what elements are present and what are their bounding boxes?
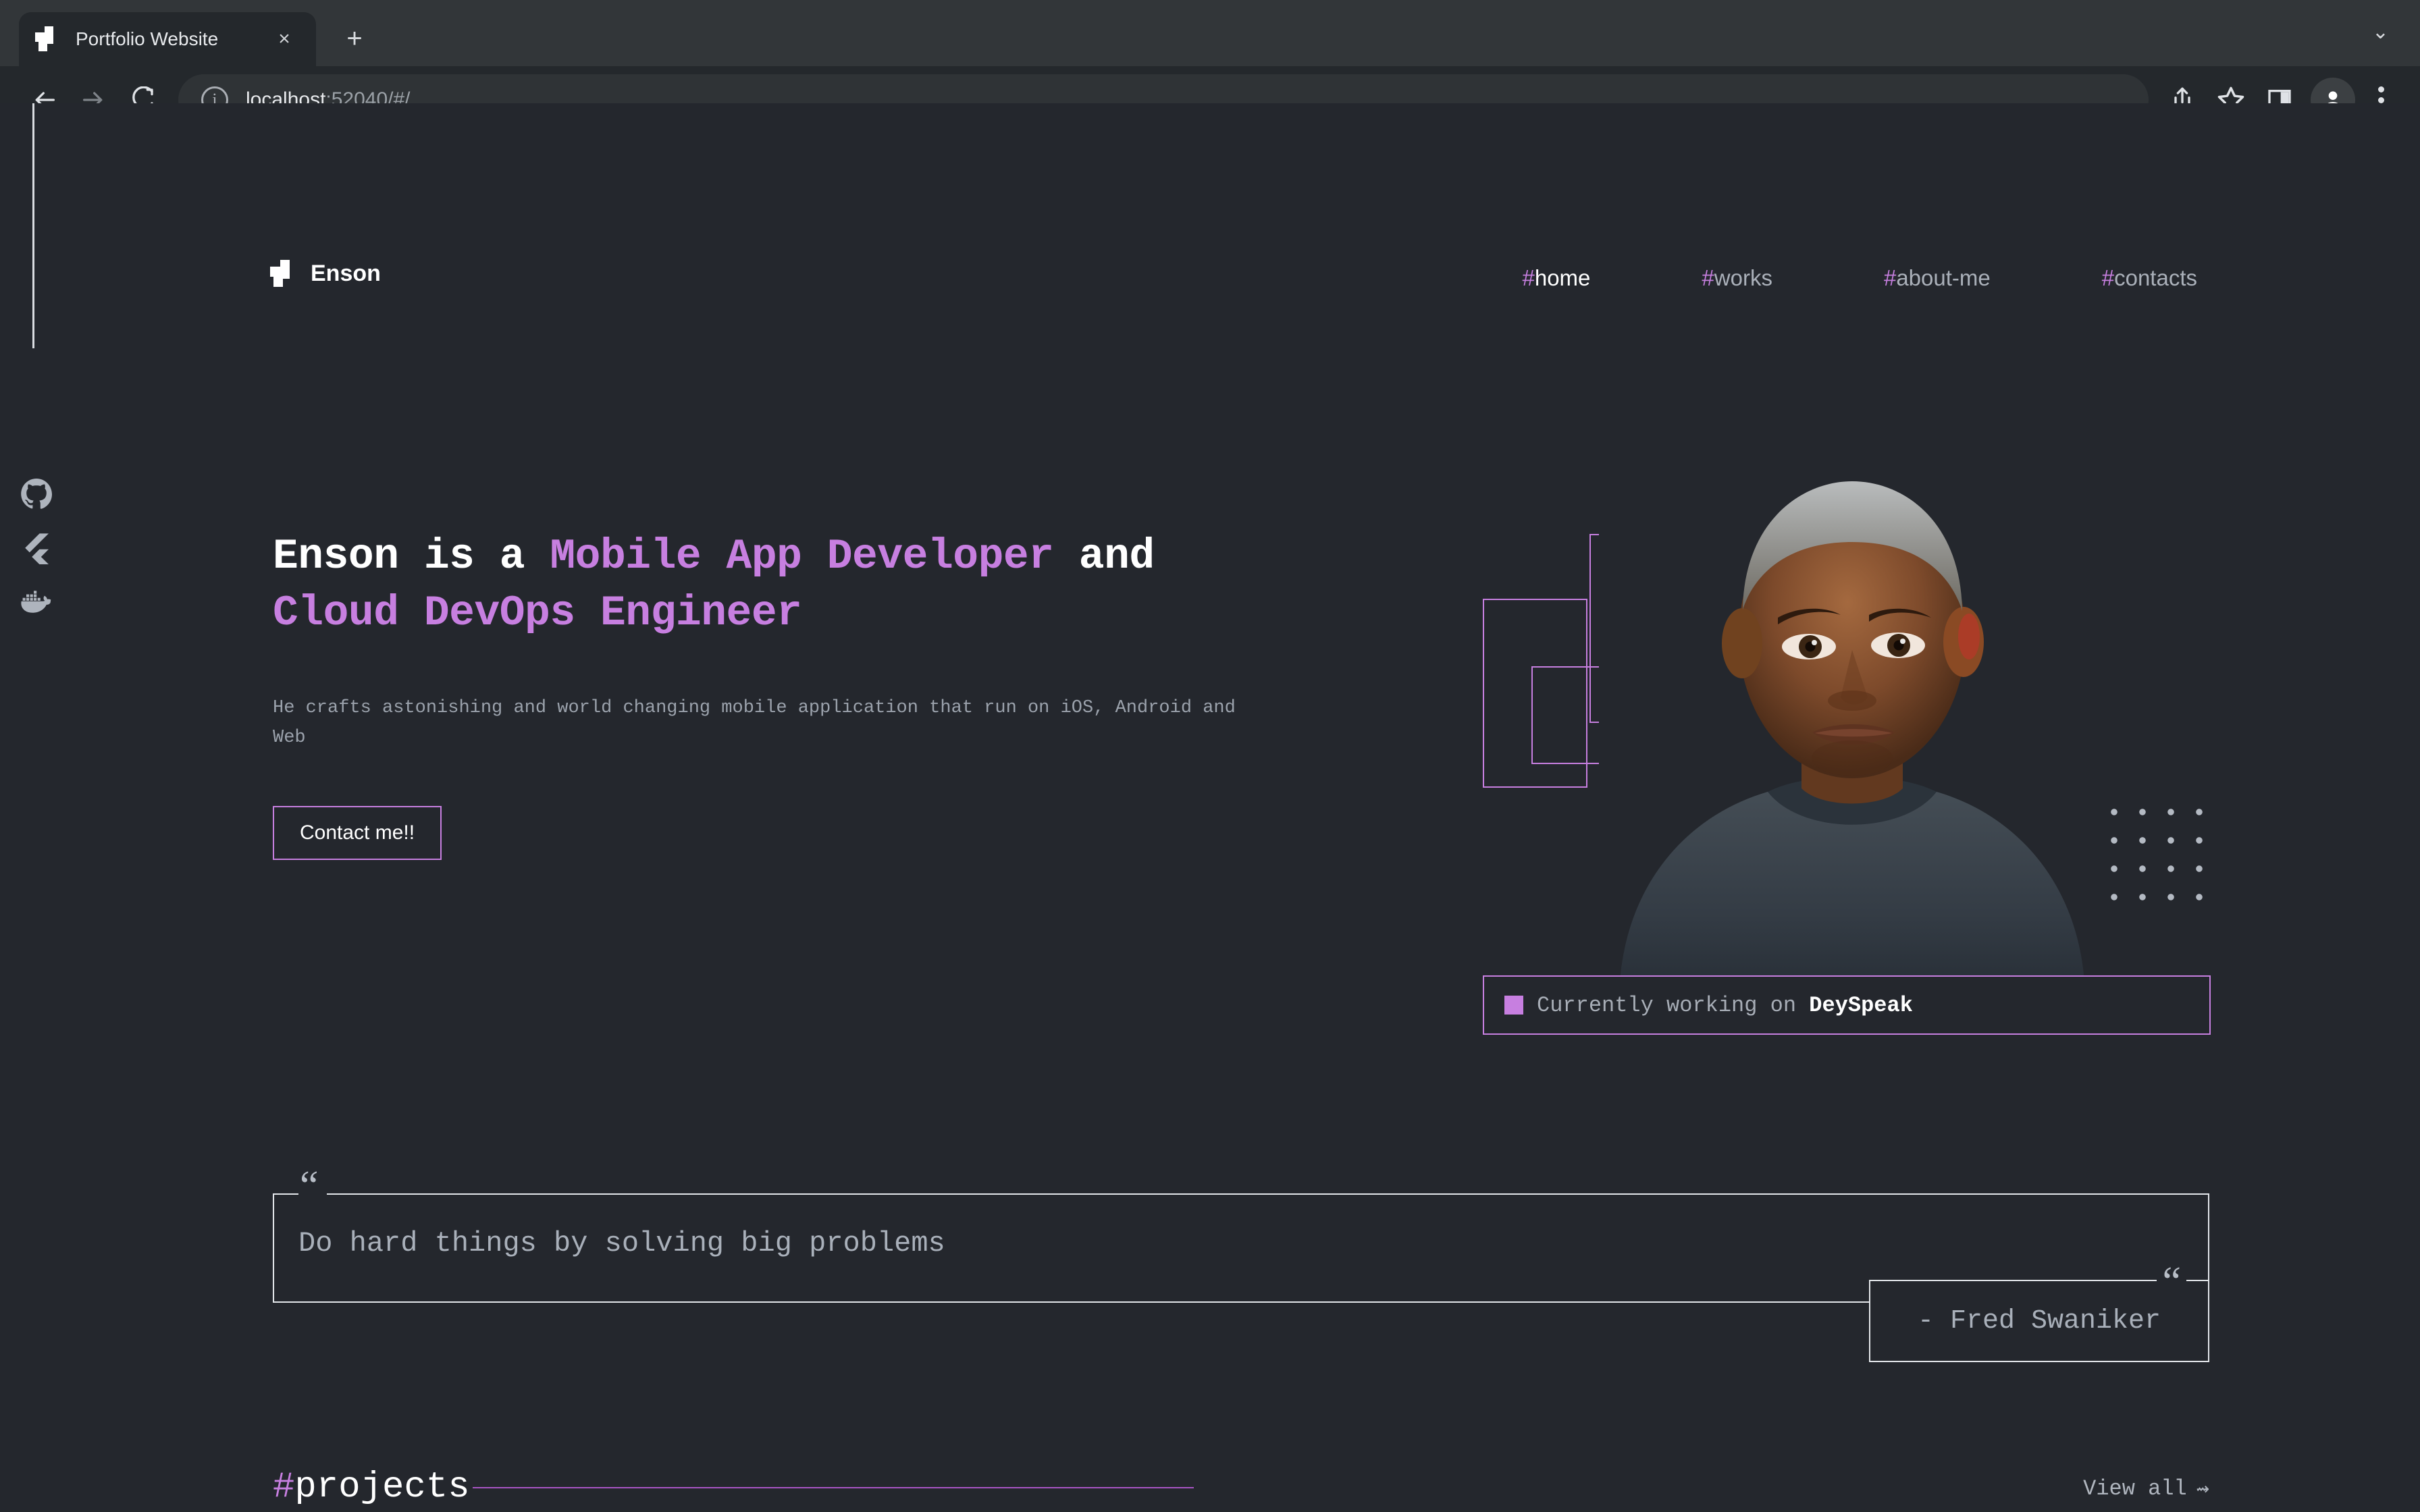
contact-me-button[interactable]: Contact me!! [273, 806, 442, 861]
hero-visual: Currently working on DeySpeak [1479, 441, 2221, 1035]
browser-tab[interactable]: Portfolio Website × [19, 12, 316, 66]
nav-item-works[interactable]: #works [1702, 265, 1772, 291]
nav-hash: # [2101, 265, 2115, 290]
nav-label: works [1714, 265, 1772, 290]
headline-accent-2: Cloud DevOps Engineer [273, 589, 802, 637]
current-work-status: Currently working on DeySpeak [1483, 975, 2211, 1035]
quote-top-border-right [327, 1193, 2209, 1195]
status-bullet-icon [1504, 996, 1523, 1015]
projects-title-text: projects [294, 1467, 470, 1508]
decorative-dot-grid [2097, 795, 2217, 903]
tab-search-chevron-down-icon[interactable]: ⌄ [2372, 20, 2389, 44]
tab-favicon-icon [35, 26, 61, 52]
brand-name: Enson [311, 260, 381, 286]
projects-hash: # [273, 1467, 295, 1508]
quote-author: - Fred Swaniker [1917, 1305, 2161, 1336]
projects-header: #projects View all ⇝ [273, 1467, 2209, 1508]
github-icon[interactable] [20, 478, 53, 510]
nav-hash: # [1883, 265, 1897, 290]
rail-divider-line [32, 103, 34, 348]
projects-title: #projects [273, 1467, 470, 1508]
tab-close-icon[interactable]: × [269, 24, 300, 55]
tab-strip: Portfolio Website × + ⌄ [0, 0, 2420, 66]
view-all-link[interactable]: View all ⇝ [2083, 1475, 2209, 1503]
nav-label: about-me [1896, 265, 1991, 290]
quote-section: “ Do hard things by solving big problems… [273, 1165, 2209, 1362]
status-text: Currently working on DeySpeak [1537, 993, 1913, 1018]
projects-title-rule [472, 1486, 1194, 1488]
squiggly-arrow-icon: ⇝ [2196, 1477, 2209, 1502]
view-all-label: View all [2083, 1476, 2187, 1501]
web-page: Enson #home #works #about-me #contacts E… [0, 103, 2420, 1512]
site-logo[interactable]: Enson [270, 260, 381, 287]
browser-window: Portfolio Website × + ⌄ i localhost:5204… [0, 0, 2420, 1512]
status-project-name: DeySpeak [1809, 992, 1913, 1018]
nav-hash: # [1522, 265, 1535, 290]
nav-hash: # [1702, 265, 1714, 290]
nav-item-contacts[interactable]: #contacts [2102, 265, 2197, 291]
flutter-icon[interactable] [20, 532, 53, 564]
quote-close-mark-icon: “ [2157, 1261, 2186, 1303]
social-icon-list [0, 478, 73, 620]
hero-text-block: Enson is a Mobile App Developer and Cloud… [273, 529, 1252, 861]
quote-text: Do hard things by solving big problems [298, 1227, 945, 1260]
brand-mark-icon [270, 260, 297, 287]
nav-label: home [1534, 265, 1591, 290]
nav-item-home[interactable]: #home [1522, 265, 1590, 291]
nav-label: contacts [2114, 265, 2197, 290]
hero-subtitle: He crafts astonishing and world changing… [273, 697, 1236, 749]
nav-item-about-me[interactable]: #about-me [1884, 265, 1991, 291]
quote-open-mark-icon: “ [300, 1163, 319, 1209]
main-nav: #home #works #about-me #contacts [1522, 265, 2197, 291]
docker-icon[interactable] [20, 586, 53, 620]
status-prefix: Currently working on [1537, 992, 1810, 1018]
quote-top-border-left [273, 1193, 298, 1195]
tab-title: Portfolio Website [76, 28, 219, 49]
new-tab-button[interactable]: + [331, 15, 378, 62]
portrait-photo [1599, 441, 2105, 994]
headline-part-2: and [1053, 533, 1155, 580]
headline-part-1: Enson is a [273, 533, 550, 580]
headline-accent-1: Mobile App Developer [550, 533, 1054, 580]
hero-headline: Enson is a Mobile App Developer and Cloud… [273, 529, 1252, 642]
social-rail [0, 103, 73, 1512]
